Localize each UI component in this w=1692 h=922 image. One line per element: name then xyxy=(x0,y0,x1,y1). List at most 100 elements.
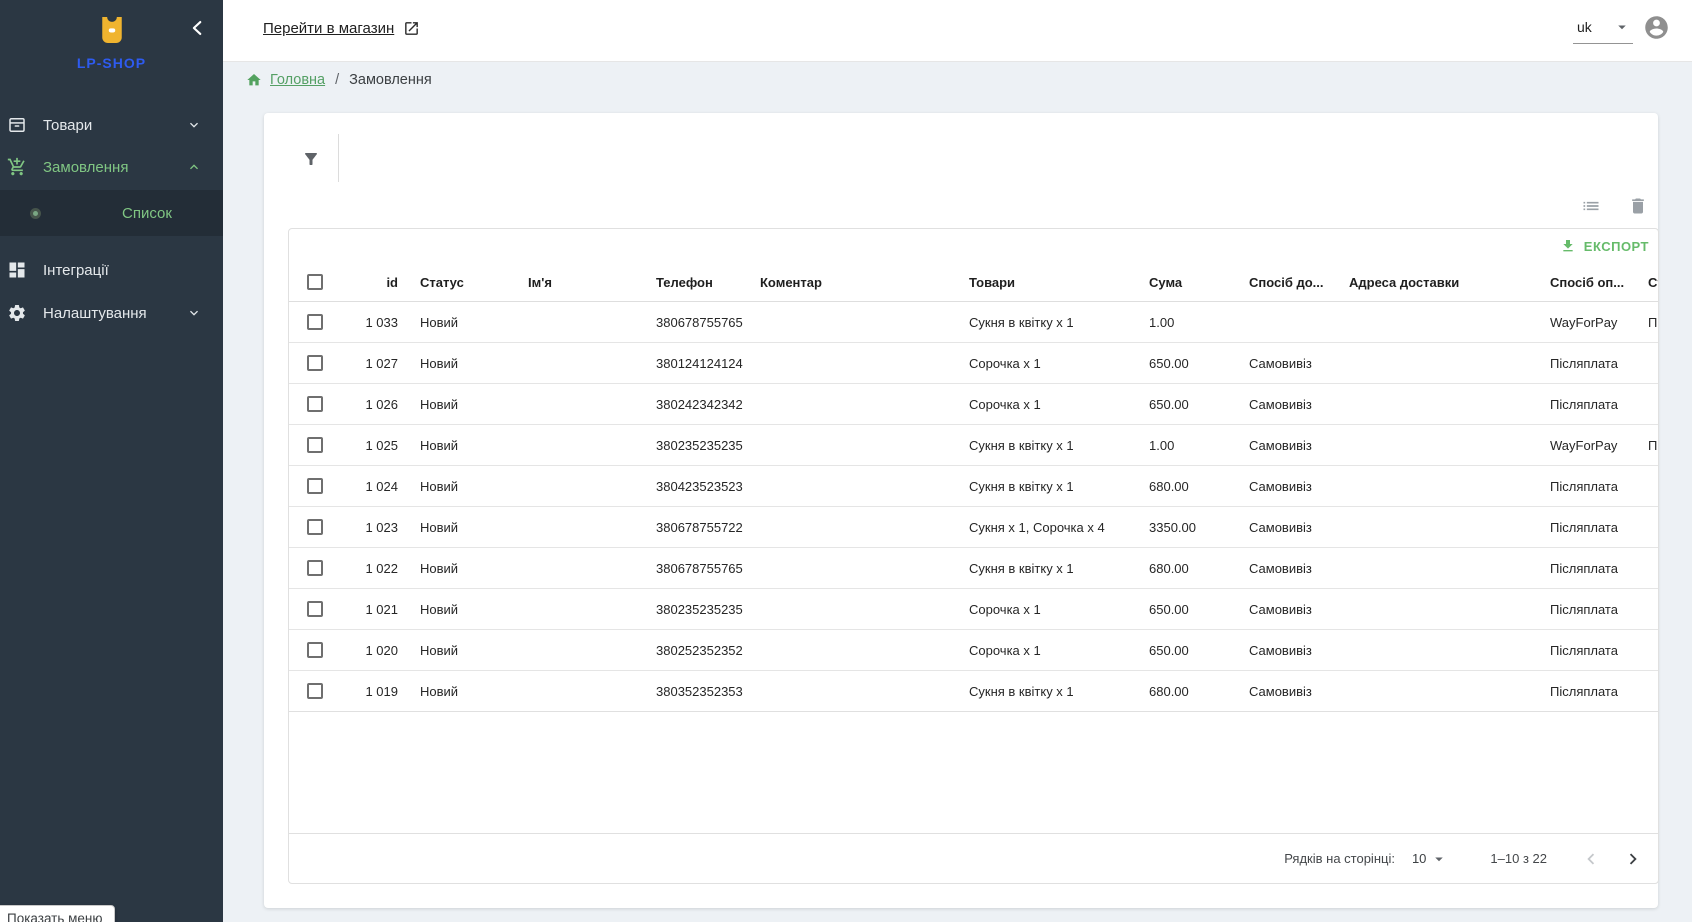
cell-payment: WayForPay xyxy=(1534,302,1632,343)
filter-divider xyxy=(338,134,339,182)
row-checkbox[interactable] xyxy=(307,560,323,576)
row-checkbox[interactable] xyxy=(307,396,323,412)
table-row[interactable]: 1 024 Новий 380423523523 Сукня в квітку … xyxy=(289,466,1659,507)
table-row[interactable]: 1 025 Новий 380235235235 Сукня в квітку … xyxy=(289,425,1659,466)
table-row[interactable]: 1 033 Новий 380678755765 Сукня в квітку … xyxy=(289,302,1659,343)
cell-payment-status xyxy=(1632,507,1659,548)
cell-phone: 380124124124 xyxy=(640,343,744,384)
cell-address xyxy=(1333,589,1534,630)
row-checkbox[interactable] xyxy=(307,478,323,494)
widgets-icon xyxy=(7,260,27,280)
topbar: Перейти в магазин uk xyxy=(223,0,1692,62)
row-checkbox[interactable] xyxy=(307,314,323,330)
chevron-up-icon xyxy=(186,159,202,175)
export-button[interactable]: ЕКСПОРТ xyxy=(1560,238,1649,254)
cell-sum: 650.00 xyxy=(1133,343,1233,384)
breadcrumb-home-link[interactable]: Головна xyxy=(270,72,325,88)
column-header-payment-status[interactable]: Ст xyxy=(1632,263,1659,302)
table-row[interactable]: 1 026 Новий 380242342342 Сорочка x 1 650… xyxy=(289,384,1659,425)
column-header-goods[interactable]: Товари xyxy=(953,263,1133,302)
cell-sum: 3350.00 xyxy=(1133,507,1233,548)
next-page-button[interactable] xyxy=(1622,848,1644,870)
cell-sum: 680.00 xyxy=(1133,548,1233,589)
language-select[interactable]: uk xyxy=(1573,16,1633,44)
previous-page-button xyxy=(1580,848,1602,870)
cell-id: 1 019 xyxy=(325,671,404,712)
cell-phone: 380352352353 xyxy=(640,671,744,712)
sidebar-item-products[interactable]: Товари xyxy=(0,104,223,146)
cell-delivery xyxy=(1233,302,1333,343)
table-row[interactable]: 1 020 Новий 380252352352 Сорочка x 1 650… xyxy=(289,630,1659,671)
home-icon xyxy=(246,72,262,88)
orders-table: id Статус Ім'я Телефон Коментар Товари С… xyxy=(289,263,1659,712)
gear-icon xyxy=(7,303,27,323)
cell-comment xyxy=(744,384,953,425)
filter-button[interactable] xyxy=(302,150,320,168)
cell-goods: Сорочка x 1 xyxy=(953,343,1133,384)
box-icon xyxy=(7,115,27,135)
table-empty-space xyxy=(289,712,1658,833)
cell-payment: Післяплата xyxy=(1534,466,1632,507)
cell-payment: Післяплата xyxy=(1534,507,1632,548)
column-header-phone[interactable]: Телефон xyxy=(640,263,744,302)
row-checkbox[interactable] xyxy=(307,437,323,453)
row-checkbox[interactable] xyxy=(307,683,323,699)
row-checkbox[interactable] xyxy=(307,642,323,658)
cell-name xyxy=(512,466,640,507)
sidebar-item-orders[interactable]: Замовлення xyxy=(0,146,223,188)
cell-payment: WayForPay xyxy=(1534,425,1632,466)
sidebar-item-label: Налаштування xyxy=(43,305,147,322)
column-header-sum[interactable]: Сума xyxy=(1133,263,1233,302)
row-checkbox[interactable] xyxy=(307,601,323,617)
column-list-button[interactable] xyxy=(1581,196,1601,216)
select-all-checkbox[interactable] xyxy=(307,274,323,290)
cell-sum: 650.00 xyxy=(1133,384,1233,425)
table-row[interactable]: 1 023 Новий 380678755722 Сукня x 1, Соро… xyxy=(289,507,1659,548)
sidebar-collapse-button[interactable] xyxy=(187,17,209,39)
row-checkbox[interactable] xyxy=(307,355,323,371)
cell-id: 1 026 xyxy=(325,384,404,425)
cell-sum: 1.00 xyxy=(1133,302,1233,343)
column-header-payment[interactable]: Спосіб оп... xyxy=(1534,263,1632,302)
cell-name xyxy=(512,548,640,589)
table-row[interactable]: 1 027 Новий 380124124124 Сорочка x 1 650… xyxy=(289,343,1659,384)
cell-payment-status xyxy=(1632,630,1659,671)
user-avatar[interactable] xyxy=(1643,14,1670,41)
shop-bag-icon xyxy=(99,14,125,46)
table-row[interactable]: 1 021 Новий 380235235235 Сорочка x 1 650… xyxy=(289,589,1659,630)
export-label: ЕКСПОРТ xyxy=(1584,239,1649,254)
row-checkbox[interactable] xyxy=(307,519,323,535)
cell-payment: Післяплата xyxy=(1534,671,1632,712)
cell-payment-status xyxy=(1632,343,1659,384)
sidebar-item-orders-list[interactable]: Список xyxy=(0,190,223,236)
pagination-range: 1–10 з 22 xyxy=(1490,851,1547,866)
column-header-status[interactable]: Статус xyxy=(404,263,512,302)
rows-per-page-select[interactable]: 10 xyxy=(1412,850,1448,868)
cell-id: 1 020 xyxy=(325,630,404,671)
cell-phone: 380235235235 xyxy=(640,589,744,630)
cell-comment xyxy=(744,671,953,712)
cell-address xyxy=(1333,384,1534,425)
column-header-id[interactable]: id xyxy=(325,263,404,302)
cell-name xyxy=(512,671,640,712)
bullet-icon xyxy=(30,208,41,219)
cell-status: Новий xyxy=(404,548,512,589)
rows-per-page-label: Рядків на сторінці: xyxy=(1284,851,1395,866)
orders-table-card: ЕКСПОРТ id Статус Ім'я Телефон К xyxy=(288,228,1659,884)
table-row[interactable]: 1 019 Новий 380352352353 Сукня в квітку … xyxy=(289,671,1659,712)
sidebar-item-integrations[interactable]: Інтеграції xyxy=(0,249,223,291)
sidebar-item-settings[interactable]: Налаштування xyxy=(0,292,223,334)
table-row[interactable]: 1 022 Новий 380678755765 Сукня в квітку … xyxy=(289,548,1659,589)
column-header-name[interactable]: Ім'я xyxy=(512,263,640,302)
delete-button[interactable] xyxy=(1628,196,1648,216)
trash-icon xyxy=(1628,196,1648,216)
cell-id: 1 033 xyxy=(325,302,404,343)
column-header-address[interactable]: Адреса доставки xyxy=(1333,263,1534,302)
column-header-comment[interactable]: Коментар xyxy=(744,263,953,302)
orders-admin-page: LP-SHOP Товари Замовлення xyxy=(0,0,1692,922)
column-header-delivery[interactable]: Спосіб до... xyxy=(1233,263,1333,302)
go-to-store-link[interactable]: Перейти в магазин xyxy=(263,20,420,37)
go-to-store-label: Перейти в магазин xyxy=(263,20,394,37)
cell-payment: Післяплата xyxy=(1534,630,1632,671)
chevron-left-icon xyxy=(187,17,209,39)
